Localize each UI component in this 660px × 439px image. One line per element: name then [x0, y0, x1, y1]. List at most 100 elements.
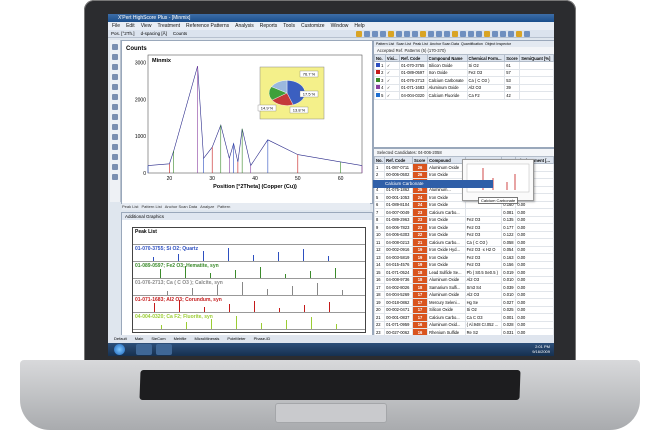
column-header[interactable]: Compound [427, 156, 466, 164]
toolbar-icon[interactable] [396, 31, 402, 37]
peak-list-row[interactable]: 01-070-3755; Si O2; Quartz [133, 245, 365, 262]
menu-item-treatment[interactable]: Treatment [157, 22, 180, 30]
tool-icon[interactable] [112, 134, 118, 140]
column-header[interactable]: No. [374, 156, 386, 164]
toolbar-icon[interactable] [476, 31, 482, 37]
tool-icon[interactable] [112, 104, 118, 110]
toolbar-icon[interactable] [420, 31, 426, 37]
toolbar-icon[interactable] [380, 31, 386, 37]
peak-list-row[interactable]: 01-089-0597; Fe2 O3; Hematite, syn [133, 262, 365, 279]
toolbar-icon[interactable] [412, 31, 418, 37]
column-header[interactable]: Compound Name [426, 54, 468, 62]
candidate-row[interactable]: 22 01-071-0959 16 Aluminum Oxid...( Al.948 … [374, 320, 554, 329]
peak-list-row[interactable]: 01-071-1683; Al2 O3; Corundum, syn [133, 296, 365, 313]
menu-item-analysis[interactable]: Analysis [235, 22, 254, 30]
start-button[interactable] [114, 344, 125, 355]
toolbar-field-1[interactable]: d-spacing [Å] [141, 30, 167, 37]
candidate-row[interactable]: 15 01-071-0524 18 Lead Sulfide Se... Pb ( S0… [374, 268, 554, 277]
column-header[interactable]: Score [411, 156, 429, 164]
candidate-row[interactable]: 11 04-008-0213 21 Calcium Carbo... Ca ( C O3… [374, 238, 554, 247]
toolbar-icon[interactable] [484, 31, 490, 37]
candidate-row[interactable]: 20 00-002-0471 17 Silicon Oxide Si O2 0.025 0.… [374, 305, 554, 314]
menu-item-tools[interactable]: Tools [283, 22, 295, 30]
tool-icon[interactable] [112, 174, 118, 180]
candidate-row[interactable]: 12 00-002-0916 19 Iron Oxide Hyd... Fe2 O3 ·… [374, 245, 554, 254]
visible-checkbox[interactable]: ✓ [384, 91, 401, 100]
toolbar-field-0[interactable]: Pos. [°2Th.] [111, 30, 135, 37]
column-header[interactable]: Ref. Code [399, 54, 428, 62]
candidate-row[interactable]: 19 00-018-0862 17 Mercury Seleni... Hg Se 0.0… [374, 298, 554, 307]
accepted-pattern-row[interactable]: 3 ✓ 01-076-2713 Calcium Carbonate Ca ( C O3 … [374, 76, 554, 85]
candidate-row[interactable]: 21 00-001-0837 17 Calcium Carbo... Ca C O3 0.… [374, 313, 554, 322]
toolbar-icon[interactable] [436, 31, 442, 37]
tool-icon[interactable] [112, 44, 118, 50]
toolbar-icon[interactable] [452, 31, 458, 37]
toolbar-icon[interactable] [404, 31, 410, 37]
status-tab-4[interactable]: MicroMinerals [195, 335, 220, 343]
tool-icon[interactable] [112, 164, 118, 170]
taskbar-app-explorer[interactable] [136, 344, 152, 355]
status-tab-1[interactable]: Main [135, 335, 144, 343]
toolbar-icon[interactable] [460, 31, 466, 37]
toolbar-icon[interactable] [364, 31, 370, 37]
status-tab-2[interactable]: SieCom [151, 335, 165, 343]
status-tab-0[interactable]: Default [114, 335, 127, 343]
menu-item-customize[interactable]: Customize [301, 22, 325, 30]
chart-tab-4[interactable]: Pattern [217, 203, 230, 210]
visible-checkbox[interactable]: ✓ [384, 83, 401, 92]
tool-icon[interactable] [112, 84, 118, 90]
accepted-pattern-row[interactable]: 5 ✓ 04-004-0320 Calcium Fluoride Ca F2 42 [374, 91, 554, 100]
status-tab-6[interactable]: Phase-ID [254, 335, 271, 343]
chart-tab-0[interactable]: Peak List [122, 203, 138, 210]
menu-item-view[interactable]: View [141, 22, 152, 30]
toolbar-icon[interactable] [524, 31, 530, 37]
column-header[interactable]: Chemical Form... [466, 54, 506, 62]
toolbar-icon[interactable] [508, 31, 514, 37]
column-header[interactable]: Score [504, 54, 521, 62]
visible-checkbox[interactable]: ✓ [384, 61, 401, 70]
menu-item-reference-patterns[interactable]: Reference Patterns [186, 22, 229, 30]
toolbar-icon[interactable] [444, 31, 450, 37]
toolbar-icon[interactable] [468, 31, 474, 37]
tool-icon[interactable] [112, 64, 118, 70]
toolbar-icon[interactable] [428, 31, 434, 37]
candidate-row[interactable]: 7 04-007-0049 23 Calcium Carbo... 0.081 0.00 [374, 208, 554, 217]
candidate-row[interactable]: 6 01-089-8104 24 Iron Oxide 0.160 0.00 [374, 200, 554, 209]
menu-item-file[interactable]: File [112, 22, 120, 30]
diffraction-chart[interactable]: Counts Minmix 3000 2000 1000 0 20 30 40 50 60 Posit… [122, 41, 372, 203]
toolbar-field-2[interactable]: Counts [173, 30, 187, 37]
visible-checkbox[interactable]: ✓ [384, 76, 401, 85]
status-tab-3[interactable]: Mehfile [174, 335, 187, 343]
toolbar-icon[interactable] [492, 31, 498, 37]
toolbar-icon[interactable] [356, 31, 362, 37]
peak-list-row[interactable]: 01-076-2713; Ca ( C O3 ); Calcite, syn [133, 279, 365, 296]
candidate-row[interactable]: 13 04-003-5819 19 Iron Oxide Fe2 O3 0.163 0.00 [374, 253, 554, 262]
column-header[interactable]: Ref. Code [384, 156, 413, 164]
accepted-pattern-row[interactable]: 2 ✓ 01-089-0597 Iron Oxide Fe2 O3 57 [374, 68, 554, 77]
tool-icon[interactable] [112, 154, 118, 160]
pattern-tab-5[interactable]: Object Inspector [485, 41, 511, 47]
column-header[interactable]: Visi... [384, 54, 401, 62]
tool-icon[interactable] [112, 114, 118, 120]
accepted-pattern-row[interactable]: 1 ✓ 01-070-3755 Silicon Oxide Si O2 61 [374, 61, 554, 70]
tool-icon[interactable] [112, 144, 118, 150]
candidate-row[interactable]: 10 04-006-6303 22 Iron Oxide Fe2 O3 0.122 0.00 [374, 230, 554, 239]
candidate-row[interactable]: 16 04-008-9736 18 Aluminum Oxide Al2 O3 0.010… [374, 275, 554, 284]
tool-icon[interactable] [112, 54, 118, 60]
tool-icon[interactable] [112, 74, 118, 80]
selected-candidate-row[interactable]: Calcium Carbonate [373, 180, 493, 188]
candidate-row[interactable]: 8 01-089-2963 23 Iron Oxide Fe2 O3 0.135 0.00 [374, 215, 554, 224]
menu-item-edit[interactable]: Edit [126, 22, 135, 30]
candidate-row[interactable]: 17 04-002-8026 18 Samarium Sulfi... Sm3 S4 0.… [374, 283, 554, 292]
accepted-pattern-row[interactable]: 4 ✓ 01-071-1683 Aluminum Oxide Al2 O3 39 [374, 83, 554, 92]
column-header[interactable]: SemiQuant [%] [519, 54, 554, 62]
candidate-row[interactable]: 18 04-004-5269 17 Aluminum Oxide Al2 O3 0.010… [374, 290, 554, 299]
taskbar-app-highscore[interactable] [156, 344, 172, 355]
candidate-row[interactable]: 9 04-006-7823 23 Iron Oxide Fe2 O3 0.177 0.00 [374, 223, 554, 232]
toolbar-icon[interactable] [388, 31, 394, 37]
menu-item-window[interactable]: Window [331, 22, 349, 30]
toolbar-icon[interactable] [516, 31, 522, 37]
menu-item-reports[interactable]: Reports [260, 22, 278, 30]
pattern-tab-4[interactable]: Quantification [461, 41, 483, 47]
chart-tab-3[interactable]: Analyze [200, 203, 214, 210]
